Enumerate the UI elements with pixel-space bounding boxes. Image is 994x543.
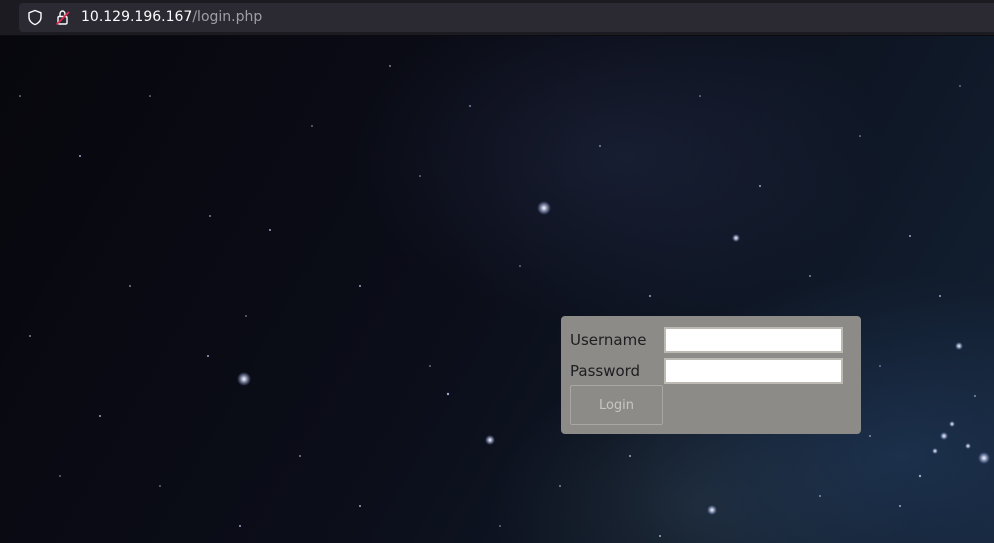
address-bar[interactable]: 10.129.196.167/login.php (19, 3, 994, 32)
page-viewport: Username Password Login (0, 36, 994, 543)
url-text[interactable]: 10.129.196.167/login.php (81, 9, 262, 26)
login-form: Username Password Login (561, 316, 861, 434)
password-label: Password (570, 362, 641, 380)
url-path: /login.php (192, 9, 263, 25)
url-host: 10.129.196.167 (81, 9, 193, 25)
browser-toolbar: 10.129.196.167/login.php (0, 0, 994, 36)
login-button[interactable]: Login (570, 385, 663, 425)
username-label: Username (570, 331, 647, 349)
starfield-background (19, 65, 990, 537)
shield-icon[interactable] (27, 9, 43, 26)
password-input[interactable] (664, 358, 843, 384)
insecure-lock-icon[interactable] (55, 9, 71, 26)
username-input[interactable] (664, 327, 843, 353)
